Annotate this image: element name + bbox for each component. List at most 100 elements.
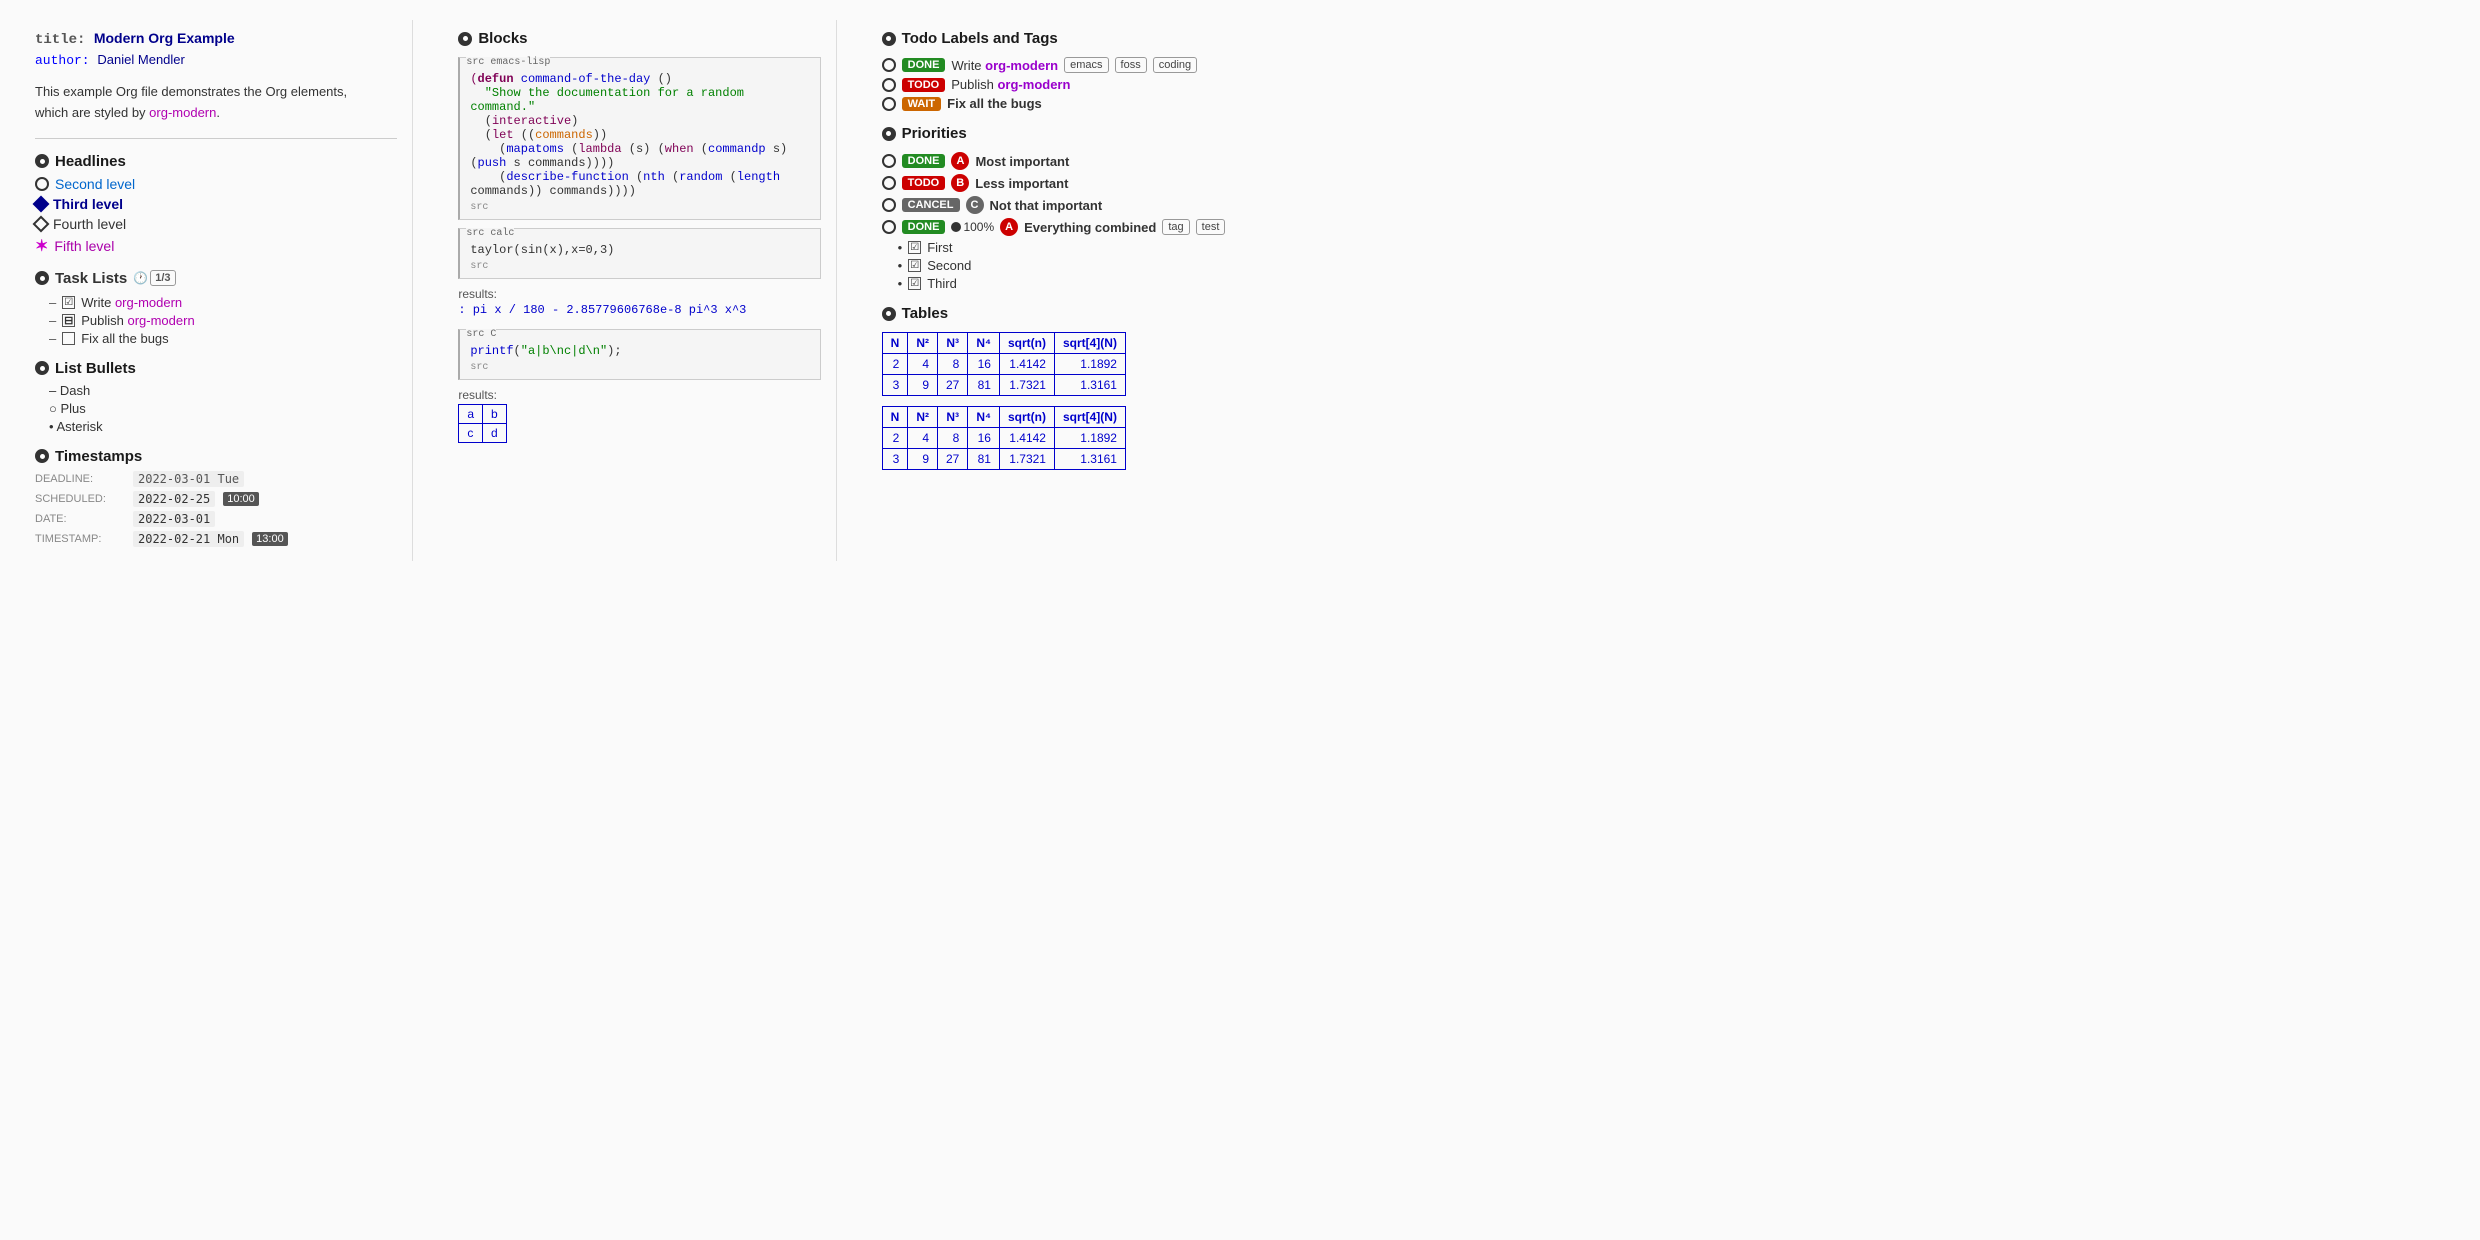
author-value: Daniel Mendler [97, 52, 184, 67]
results-1-value: : pi x / 180 - 2.85779606768e-8 pi^3 x^3 [458, 303, 820, 317]
todo-labels-section: Todo Labels and Tags DONE Write org-mode… [882, 30, 1245, 111]
org-table-1: N N² N³ N⁴ sqrt(n) sqrt[4](N) 2 4 8 16 1 [882, 332, 1126, 396]
check-first-label: First [927, 240, 952, 255]
radio-filled-blocks-icon [458, 32, 472, 46]
table-row: 2 4 8 16 1.4142 1.1892 [882, 354, 1125, 375]
td-16: 16 [968, 354, 1000, 375]
results-2: results: a b c d [458, 388, 820, 443]
td-16-b: 16 [968, 428, 1000, 449]
todo-labels-heading: Todo Labels and Tags [882, 30, 1245, 47]
checkbox-second-icon: ☑ [908, 259, 921, 272]
radio-filled-tables-icon [882, 307, 896, 321]
table-row: a b [459, 405, 506, 424]
badge-done-priority: DONE [902, 154, 946, 168]
ts-deadline-label: DEADLINE: [35, 473, 125, 485]
todo-labels-label: Todo Labels and Tags [902, 30, 1058, 47]
headlines-h3: Third level [35, 196, 397, 212]
tag-coding: coding [1153, 57, 1197, 73]
divider [35, 138, 397, 139]
blocks-label: Blocks [478, 30, 527, 47]
less-important-text: Less important [975, 176, 1068, 191]
priority-a-icon: A [951, 152, 969, 170]
th-n: N [882, 333, 908, 354]
headlines-h1-label: Headlines [55, 153, 126, 170]
td-9-b: 9 [908, 449, 938, 470]
not-important-text: Not that important [990, 198, 1103, 213]
td-1-1892-b: 1.1892 [1054, 428, 1125, 449]
ts-scheduled: SCHEDULED: 2022-02-25 10:00 [35, 491, 397, 507]
ts-timestamp-time: 13:00 [252, 532, 288, 546]
title-label: title: [35, 32, 85, 48]
radio-empty-priority-icon-3 [882, 198, 896, 212]
priority-c-icon: C [966, 196, 984, 214]
td-1-7321-b: 1.7321 [999, 449, 1054, 470]
headlines-h5: ✶ Fifth level [35, 236, 397, 256]
td-8-b: 8 [938, 428, 968, 449]
priority-a-everything-icon: A [1000, 218, 1018, 236]
results-2-label: results: [458, 388, 820, 402]
org-modern-link[interactable]: org-modern [149, 105, 216, 120]
todo-row-wait-fix: WAIT Fix all the bugs [882, 96, 1245, 111]
asterisk-icon: ✶ [35, 236, 48, 256]
priority-b-icon: B [951, 174, 969, 192]
badge-done-everything: DONE [902, 220, 946, 234]
ts-date-value: 2022-03-01 [133, 511, 215, 527]
table-row: 3 9 27 81 1.7321 1.3161 [882, 375, 1125, 396]
td-27: 27 [938, 375, 968, 396]
th-n4-2: N⁴ [968, 407, 1000, 428]
ts-scheduled-label: SCHEDULED: [35, 493, 125, 505]
td-8: 8 [938, 354, 968, 375]
author-label: author: [35, 53, 90, 68]
org-modern-task-link-2[interactable]: org-modern [127, 313, 194, 328]
check-item-first: • ☑ First [898, 240, 1245, 255]
org-modern-todo-link[interactable]: org-modern [985, 58, 1058, 73]
ts-date-label: DATE: [35, 513, 125, 525]
ts-timestamp-label: TIMESTAMP: [35, 533, 125, 545]
priority-row-done-most: DONE A Most important [882, 152, 1245, 170]
td-3: 3 [882, 375, 908, 396]
table-header-row-2: N N² N³ N⁴ sqrt(n) sqrt[4](N) [882, 407, 1125, 428]
table-row-2: 2 4 8 16 1.4142 1.1892 [882, 428, 1125, 449]
results-1: results: : pi x / 180 - 2.85779606768e-8… [458, 287, 820, 317]
headlines-h2: Second level [35, 176, 397, 192]
check-item-second: • ☑ Second [898, 258, 1245, 273]
td-1-3161: 1.3161 [1054, 375, 1125, 396]
radio-filled-icon [35, 154, 49, 168]
timestamps-label: Timestamps [55, 448, 142, 465]
th-sqrt-n-2: sqrt(n) [999, 407, 1054, 428]
calc-code: taylor(sin(x),x=0,3) [470, 243, 809, 257]
task-item-fix: – Fix all the bugs [49, 331, 397, 346]
table-cell: a [459, 405, 483, 424]
most-important-text: Most important [975, 154, 1069, 169]
tag-emacs: emacs [1064, 57, 1108, 73]
headlines-section: Headlines Second level Third level Fourt… [35, 153, 397, 256]
td-1-4142-b: 1.4142 [999, 428, 1054, 449]
radio-empty-todo-icon-3 [882, 97, 896, 111]
org-modern-task-link[interactable]: org-modern [115, 295, 182, 310]
fix-bugs-text: Fix all the bugs [947, 96, 1042, 111]
th-n4: N⁴ [968, 333, 1000, 354]
td-1-1892: 1.1892 [1054, 354, 1125, 375]
org-modern-todo-link-2[interactable]: org-modern [997, 77, 1070, 92]
org-table-2: N N² N³ N⁴ sqrt(n) sqrt[4](N) 2 4 8 16 1 [882, 406, 1126, 470]
list-bullets-section: List Bullets – Dash ○ Plus • Asterisk [35, 360, 397, 434]
c-code: printf("a|b\nc|d\n"); [470, 344, 809, 358]
diamond-empty-icon [33, 215, 50, 232]
priorities-label: Priorities [902, 125, 967, 142]
td-1-7321: 1.7321 [999, 375, 1054, 396]
priority-row-todo-less: TODO B Less important [882, 174, 1245, 192]
radio-empty-priority-icon [882, 154, 896, 168]
code-lang-c: src C [466, 329, 496, 340]
task-lists-label: Task Lists [55, 270, 127, 287]
code-lang-calc-bottom: src [470, 261, 809, 272]
th-sqrt-n: sqrt(n) [999, 333, 1054, 354]
badge-todo-priority: TODO [902, 176, 946, 190]
check-item-third: • ☑ Third [898, 276, 1245, 291]
td-9: 9 [908, 375, 938, 396]
ts-timestamp: TIMESTAMP: 2022-02-21 Mon 13:00 [35, 531, 397, 547]
radio-empty-todo-icon [882, 58, 896, 72]
check-second-label: Second [927, 258, 971, 273]
radio-empty-icon [35, 177, 49, 191]
tag-foss: foss [1115, 57, 1147, 73]
list-item-plus: ○ Plus [49, 401, 397, 416]
